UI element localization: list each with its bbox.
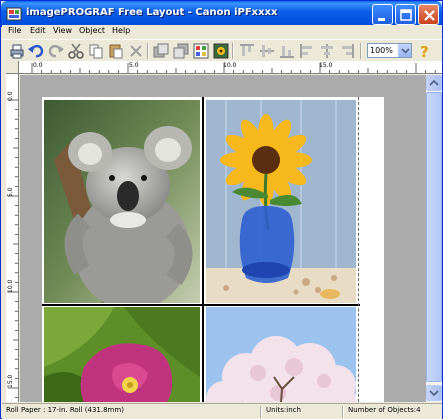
delete-icon[interactable] xyxy=(127,42,145,60)
ruler-label: 10.0 xyxy=(223,62,237,69)
send-back-icon[interactable] xyxy=(172,42,190,60)
chevron-down-icon[interactable] xyxy=(398,44,411,57)
layout-canvas[interactable] xyxy=(20,75,426,402)
minimize-button[interactable] xyxy=(372,4,393,25)
app-icon xyxy=(6,6,22,22)
ruler-label: 5.0 xyxy=(129,62,139,69)
print-icon[interactable] xyxy=(8,42,26,60)
scroll-down-button[interactable] xyxy=(426,385,442,401)
photo-cherry-blossom[interactable] xyxy=(206,307,356,402)
menu-bar: File Edit View Object Help xyxy=(2,25,442,39)
align-bottom-icon[interactable] xyxy=(278,42,296,60)
align-right-icon[interactable] xyxy=(338,42,356,60)
toolbar: 100% ? xyxy=(2,39,442,61)
scroll-up-button[interactable] xyxy=(426,75,442,91)
paste-icon[interactable] xyxy=(107,42,125,60)
ruler-label: 15.0 xyxy=(7,374,14,388)
preview-icon[interactable] xyxy=(192,42,210,60)
undo-icon[interactable] xyxy=(27,42,45,60)
copy-icon[interactable] xyxy=(87,42,105,60)
close-button[interactable] xyxy=(418,4,439,25)
align-top-icon[interactable] xyxy=(238,42,256,60)
horizontal-ruler: 0.0 5.0 10.0 15.0 xyxy=(6,61,442,74)
menu-help[interactable]: Help xyxy=(112,26,130,35)
status-units: Units:inch xyxy=(266,406,301,414)
ruler-label: 0.0 xyxy=(33,62,43,69)
scroll-thumb[interactable] xyxy=(426,92,442,382)
status-object-count: Number of Objects:4 xyxy=(348,406,421,414)
align-middle-icon[interactable] xyxy=(258,42,276,60)
svg-text:?: ? xyxy=(420,43,429,60)
cut-icon[interactable] xyxy=(67,42,85,60)
ruler-label: 10.0 xyxy=(7,279,14,293)
layout-guide-vertical xyxy=(202,97,204,402)
menu-file[interactable]: File xyxy=(8,26,21,35)
zoom-value: 100% xyxy=(370,46,393,55)
printable-margin-guide xyxy=(358,97,359,402)
menu-edit[interactable]: Edit xyxy=(30,26,46,35)
photo-sunflower[interactable] xyxy=(206,100,356,303)
ruler-corner xyxy=(6,61,19,74)
ruler-label: 5.0 xyxy=(7,187,14,197)
ruler-label: 0.0 xyxy=(7,91,14,101)
photo-flower-leaves[interactable] xyxy=(44,307,200,402)
redo-icon[interactable] xyxy=(47,42,65,60)
app-window: imagePROGRAF Free Layout - Canon iPFxxxx… xyxy=(0,0,443,419)
status-divider xyxy=(260,406,262,418)
window-title: imagePROGRAF Free Layout - Canon iPFxxxx xyxy=(26,7,278,18)
title-bar[interactable]: imagePROGRAF Free Layout - Canon iPFxxxx xyxy=(1,1,442,27)
image-icon[interactable] xyxy=(212,42,230,60)
photo-koala[interactable] xyxy=(44,100,200,303)
status-divider xyxy=(342,406,344,418)
vertical-ruler: 0.0 5.0 10.0 15.0 xyxy=(6,74,19,402)
maximize-button[interactable] xyxy=(395,4,416,25)
toolbar-separator xyxy=(147,43,149,59)
status-bar: Roll Paper : 17-in. Roll (431.8mm) Units… xyxy=(2,403,442,419)
layout-guide-horizontal xyxy=(42,304,360,306)
menu-view[interactable]: View xyxy=(53,26,72,35)
roll-paper[interactable] xyxy=(42,97,384,402)
ruler-label: 15.0 xyxy=(319,62,333,69)
help-icon[interactable]: ? xyxy=(416,42,434,60)
bring-front-icon[interactable] xyxy=(152,42,170,60)
status-roll-paper: Roll Paper : 17-in. Roll (431.8mm) xyxy=(6,406,124,414)
align-center-icon[interactable] xyxy=(318,42,336,60)
toolbar-separator xyxy=(232,43,234,59)
toolbar-separator xyxy=(360,43,362,59)
menu-object[interactable]: Object xyxy=(79,26,105,35)
zoom-select[interactable]: 100% xyxy=(367,43,412,58)
vertical-scrollbar[interactable] xyxy=(426,75,442,402)
align-left-icon[interactable] xyxy=(298,42,316,60)
